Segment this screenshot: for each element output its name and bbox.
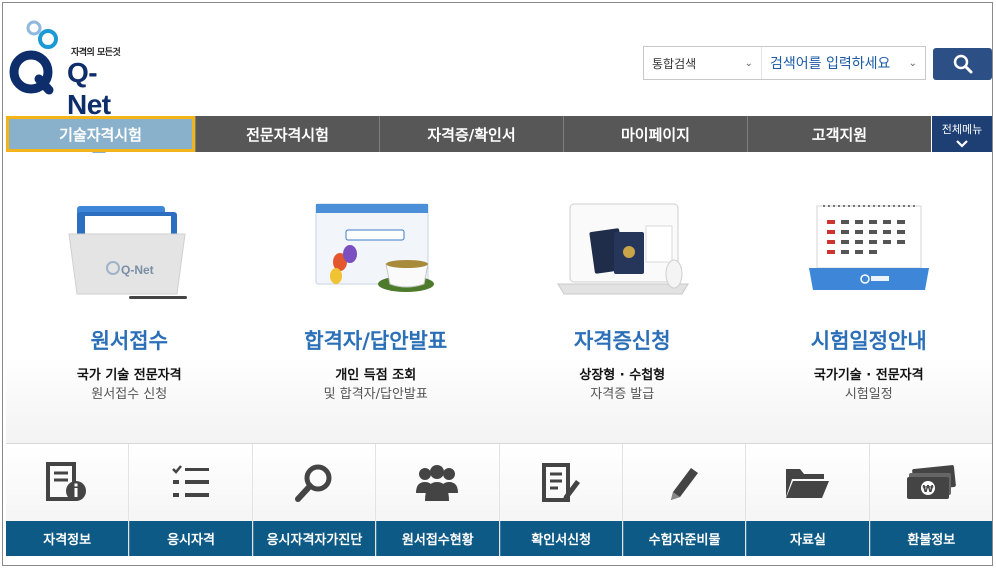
feature-title: 자격증신청	[573, 329, 671, 353]
svg-text:₩: ₩	[922, 484, 933, 495]
quick-item-label: 응시자격	[129, 521, 252, 556]
page-frame: 자격의 모든것 Q-Net 통합검색 ⌄ 검색어를 입력하세요 ⌄ 기술자격시험…	[2, 2, 993, 566]
folder-open-icon	[786, 468, 830, 498]
quick-item-label: 수험자준비물	[622, 521, 746, 556]
nav-tab-technical-exam[interactable]: 기술자격시험	[6, 116, 195, 152]
quick-item-label: 원서접수현황	[376, 521, 499, 556]
checklist-icon	[171, 464, 209, 497]
feature-subtitle: 국가기술 · 전문자격	[813, 368, 924, 383]
feature-title: 합격자/답안발표	[304, 329, 448, 353]
feature-section: Q-Net 원서접수 국가 기술 전문자격 원서접수 신청 합격자/답안발표 개…	[6, 153, 992, 443]
nav-tab-mypage[interactable]: 마이페이지	[563, 116, 747, 152]
quick-item-label: 환불정보	[869, 521, 992, 556]
folder-icon: Q-Net	[68, 206, 188, 299]
feature-subtitle: 상장형 · 수첩형	[579, 368, 666, 383]
search-button[interactable]	[933, 48, 992, 80]
quick-item-self-diagnosis[interactable]: 응시자격자가진단	[251, 444, 376, 556]
nav-tab-support[interactable]: 고객지원	[747, 116, 931, 152]
nav-tab-certificate[interactable]: 자격증/확인서	[379, 116, 563, 152]
money-icon: ₩	[906, 464, 956, 499]
qnet-logo[interactable]: 자격의 모든것 Q-Net	[9, 17, 129, 120]
chevron-down-icon	[956, 139, 968, 148]
certificate-laptop-icon	[557, 203, 690, 295]
quick-item-label: 응시자격자가진단	[252, 521, 376, 556]
search-placeholder: 검색어를 입력하세요	[770, 56, 891, 72]
browser-tea-icon	[315, 203, 434, 292]
chevron-down-icon: ⌄	[908, 57, 917, 69]
feature-title: 시험일정안내	[810, 329, 927, 353]
magnifier-icon	[294, 464, 332, 502]
feature-description: 및 합격자/답안발표	[323, 387, 428, 402]
quick-item-qualification-info[interactable]: 자격정보	[6, 444, 129, 556]
svg-text:Q-Net: Q-Net	[121, 263, 154, 277]
quick-item-refund-info[interactable]: ₩ 환불정보	[868, 444, 992, 556]
quick-menu: 자격정보 응시자격 응시자격자가진단 원서접수현황 확인서신청 수험자준비물 자…	[6, 443, 992, 556]
calendar-icon	[808, 205, 929, 290]
quick-item-label: 확인서신청	[499, 521, 622, 556]
chevron-down-icon: ⌄	[744, 57, 753, 69]
quick-item-application-status[interactable]: 원서접수현황	[375, 444, 499, 556]
feature-description: 자격증 발급	[590, 387, 655, 402]
feature-description: 시험일정	[844, 387, 893, 402]
quick-item-confirmation-request[interactable]: 확인서신청	[498, 444, 622, 556]
search-input[interactable]: 검색어를 입력하세요 ⌄	[762, 47, 925, 79]
feature-schedule[interactable]: 시험일정안내 국가기술 · 전문자격 시험일정	[746, 153, 993, 443]
all-menu-label: 전체메뉴	[941, 122, 983, 136]
all-menu-button[interactable]: 전체메뉴	[932, 116, 992, 152]
search-category-select[interactable]: 통합검색 ⌄	[644, 47, 762, 79]
pencil-icon	[671, 467, 699, 500]
feature-application[interactable]: Q-Net 원서접수 국가 기술 전문자격 원서접수 신청	[6, 153, 253, 443]
quick-item-archive[interactable]: 자료실	[745, 444, 869, 556]
quick-item-exam-supplies[interactable]: 수험자준비물	[621, 444, 746, 556]
search-box: 통합검색 ⌄ 검색어를 입력하세요 ⌄	[643, 46, 926, 80]
feature-certificate[interactable]: 자격증신청 상장형 · 수첩형 자격증 발급	[499, 153, 746, 443]
quick-item-eligibility[interactable]: 응시자격	[128, 444, 252, 556]
feature-subtitle: 국가 기술 전문자격	[76, 368, 182, 383]
feature-subtitle: 개인 득점 조회	[335, 368, 417, 383]
logo-text: Q-Net	[67, 57, 111, 120]
main-nav: 기술자격시험 전문자격시험 자격증/확인서 마이페이지 고객지원	[6, 116, 931, 152]
feature-results[interactable]: 합격자/답안발표 개인 득점 조회 및 합격자/답안발표	[253, 153, 500, 443]
feature-description: 원서접수 신청	[91, 387, 168, 402]
search-icon	[953, 54, 972, 74]
feature-title: 원서접수	[90, 329, 168, 353]
document-edit-icon	[541, 462, 580, 502]
nav-tab-professional-exam[interactable]: 전문자격시험	[195, 116, 379, 152]
quick-item-label: 자료실	[746, 521, 869, 556]
document-info-icon	[46, 461, 87, 501]
search-category-value: 통합검색	[652, 56, 697, 71]
people-icon	[416, 464, 459, 501]
quick-item-label: 자격정보	[6, 521, 129, 556]
